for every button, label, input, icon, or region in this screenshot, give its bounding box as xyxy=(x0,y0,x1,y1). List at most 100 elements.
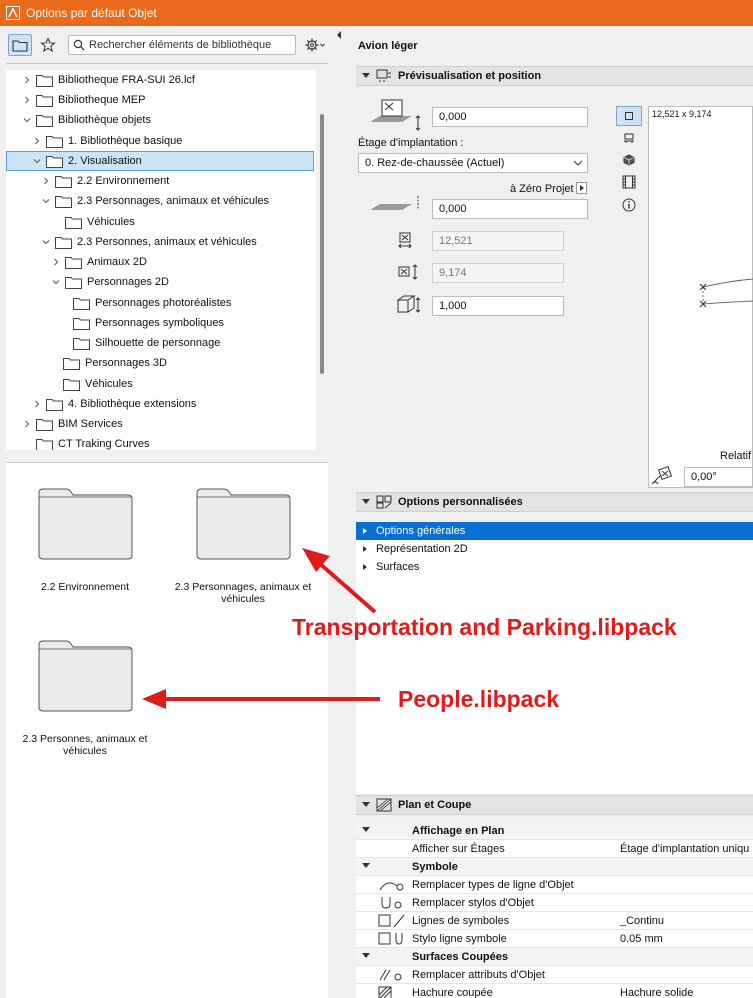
side-view-icon xyxy=(624,133,634,143)
triangle-down-icon xyxy=(362,499,370,504)
folder-icon xyxy=(73,317,90,330)
app-logo-icon xyxy=(6,6,20,20)
library-settings-button[interactable] xyxy=(302,34,328,56)
tree-item-selected[interactable]: 2. Visualisation xyxy=(6,151,314,171)
custom-options-header[interactable]: Options personnalisées xyxy=(356,492,753,512)
story-select[interactable]: 0. Rez-de-chaussée (Actuel) xyxy=(358,153,588,173)
tree-item[interactable]: Personnages 2D xyxy=(6,272,314,292)
rotation-angle-icon xyxy=(651,466,673,485)
chevron-right-icon[interactable] xyxy=(41,176,51,186)
folder-icon xyxy=(65,256,82,269)
checkbox-pen-icon[interactable] xyxy=(378,932,408,946)
tree-item[interactable]: Bibliothèque objets xyxy=(6,110,314,130)
attribute-override-icon xyxy=(379,969,402,981)
depth-field[interactable]: 9,174 xyxy=(432,263,564,283)
triangle-down-icon xyxy=(362,73,370,78)
preview-section-header[interactable]: Prévisualisation et position xyxy=(356,66,753,86)
window-title: Options par défaut Objet xyxy=(26,6,157,20)
plan-section-icon xyxy=(376,798,392,812)
film-view-button[interactable] xyxy=(616,172,642,192)
title-bar: Options par défaut Objet xyxy=(0,0,753,26)
plan-view-button[interactable] xyxy=(616,106,642,126)
plan-row-symbol-lines[interactable]: Lignes de symboles _Continu xyxy=(356,912,753,930)
tree-item[interactable]: Personnages 3D xyxy=(6,353,314,373)
tree-item[interactable]: Silhouette de personnage xyxy=(6,333,314,353)
tree-item[interactable]: Véhicules xyxy=(6,374,314,394)
triangle-right-icon xyxy=(580,185,584,191)
tree-item[interactable]: Animaux 2D xyxy=(6,252,314,272)
tree-item[interactable]: 2.2 Environnement xyxy=(6,171,314,191)
tree-scrollbar[interactable] xyxy=(320,114,324,374)
chevron-down-icon[interactable] xyxy=(41,196,51,206)
thumbnail-folder[interactable]: 2.3 Personnages, animaux et véhicules xyxy=(168,485,318,605)
chevron-down-icon xyxy=(573,160,583,166)
chevron-down-icon[interactable] xyxy=(51,277,61,287)
panel-splitter[interactable] xyxy=(330,26,346,998)
chevron-right-icon[interactable] xyxy=(32,399,42,409)
tree-item[interactable]: BIM Services xyxy=(6,414,314,434)
custom-options-icon xyxy=(376,495,392,509)
tree-item[interactable]: 4. Bibliothèque extensions xyxy=(6,394,314,414)
chevron-right-icon[interactable] xyxy=(22,419,32,429)
triangle-right-icon xyxy=(363,546,367,552)
tree-item[interactable]: 1. Bibliothèque basique xyxy=(6,131,314,151)
side-view-button[interactable] xyxy=(616,128,642,148)
tree-item[interactable]: Véhicules xyxy=(6,212,314,232)
annotation-people: People.libpack xyxy=(398,686,560,712)
thumbnail-folder[interactable]: 2.3 Personnes, animaux et véhicules xyxy=(10,637,160,757)
story-label: Étage d'implantation : xyxy=(358,137,464,149)
zero-reference-label: à Zéro Projet xyxy=(510,183,574,195)
height-field[interactable]: 1,000 xyxy=(432,296,564,316)
rotation-angle-field[interactable]: 0,00° xyxy=(684,467,753,487)
plan-row-override-linetypes[interactable]: Remplacer types de ligne d'Objet xyxy=(356,876,753,894)
tree-item[interactable]: 2.3 Personnages, animaux et véhicules xyxy=(6,191,314,211)
zero-reference-button[interactable] xyxy=(576,182,587,194)
option-item-surfaces[interactable]: Surfaces xyxy=(356,558,753,576)
chevron-down-icon[interactable] xyxy=(41,237,51,247)
checkbox-line-icon[interactable] xyxy=(378,914,408,928)
chevron-right-icon[interactable] xyxy=(22,95,32,105)
plan-row-override-pens[interactable]: Remplacer stylos d'Objet xyxy=(356,894,753,912)
plan-group-cut-surfaces[interactable]: Surfaces Coupées xyxy=(356,948,753,966)
chevron-right-icon[interactable] xyxy=(22,75,32,85)
thumbnail-folder[interactable]: 2.2 Environnement xyxy=(10,485,160,593)
tree-item[interactable]: Bibliotheque MEP xyxy=(6,90,314,110)
plan-row-cut-fill[interactable]: Hachure coupée Hachure solide xyxy=(356,984,753,998)
zero-elevation-field[interactable]: 0,000 xyxy=(432,199,588,219)
option-item-general[interactable]: Options générales xyxy=(356,522,753,540)
custom-options-list: Options générales Représentation 2D Surf… xyxy=(356,522,753,794)
chevron-down-icon[interactable] xyxy=(22,115,32,125)
library-search[interactable] xyxy=(68,35,296,55)
chevron-right-icon[interactable] xyxy=(32,136,42,146)
tree-item[interactable]: Personnages photoréalistes xyxy=(6,293,314,313)
library-toolbar xyxy=(0,26,330,64)
triangle-down-icon xyxy=(362,802,370,807)
folder-icon xyxy=(196,488,290,560)
plan-row-show-on-stories[interactable]: Afficher sur Étages Étage d'implantation… xyxy=(356,840,753,858)
elevation-field[interactable]: 0,000 xyxy=(432,107,588,127)
search-input[interactable] xyxy=(89,39,289,51)
3d-view-button[interactable] xyxy=(616,150,642,170)
info-button[interactable] xyxy=(616,195,642,215)
width-field[interactable]: 12,521 xyxy=(432,231,564,251)
height-icon xyxy=(396,295,421,313)
plan-row-override-attributes[interactable]: Remplacer attributs d'Objet xyxy=(356,966,753,984)
plan-row-symbol-pen[interactable]: Stylo ligne symbole 0.05 mm xyxy=(356,930,753,948)
option-item-2d[interactable]: Représentation 2D xyxy=(356,540,753,558)
tree-item[interactable]: Personnages symboliques xyxy=(6,313,314,333)
library-thumbnails: 2.2 Environnement 2.3 Personnages, anima… xyxy=(6,462,328,998)
plan-group-display[interactable]: Affichage en Plan xyxy=(356,822,753,840)
tree-item[interactable]: 2.3 Personnes, animaux et véhicules xyxy=(6,232,314,252)
collapse-arrow-icon[interactable] xyxy=(335,30,343,40)
triangle-right-icon xyxy=(363,528,367,534)
plan-group-symbol[interactable]: Symbole xyxy=(356,858,753,876)
plan-section-header[interactable]: Plan et Coupe xyxy=(356,795,753,815)
tree-item[interactable]: CT Traking Curves xyxy=(6,434,314,450)
folder-icon xyxy=(73,337,90,350)
chevron-right-icon[interactable] xyxy=(51,257,61,267)
folder-view-button[interactable] xyxy=(8,34,32,56)
favorites-button[interactable] xyxy=(36,34,60,56)
tree-item[interactable]: Bibliotheque FRA-SUI 26.lcf xyxy=(6,70,314,90)
object-preview[interactable]: 12,521 x 9,174 xyxy=(648,106,753,488)
chevron-down-icon[interactable] xyxy=(32,156,42,166)
